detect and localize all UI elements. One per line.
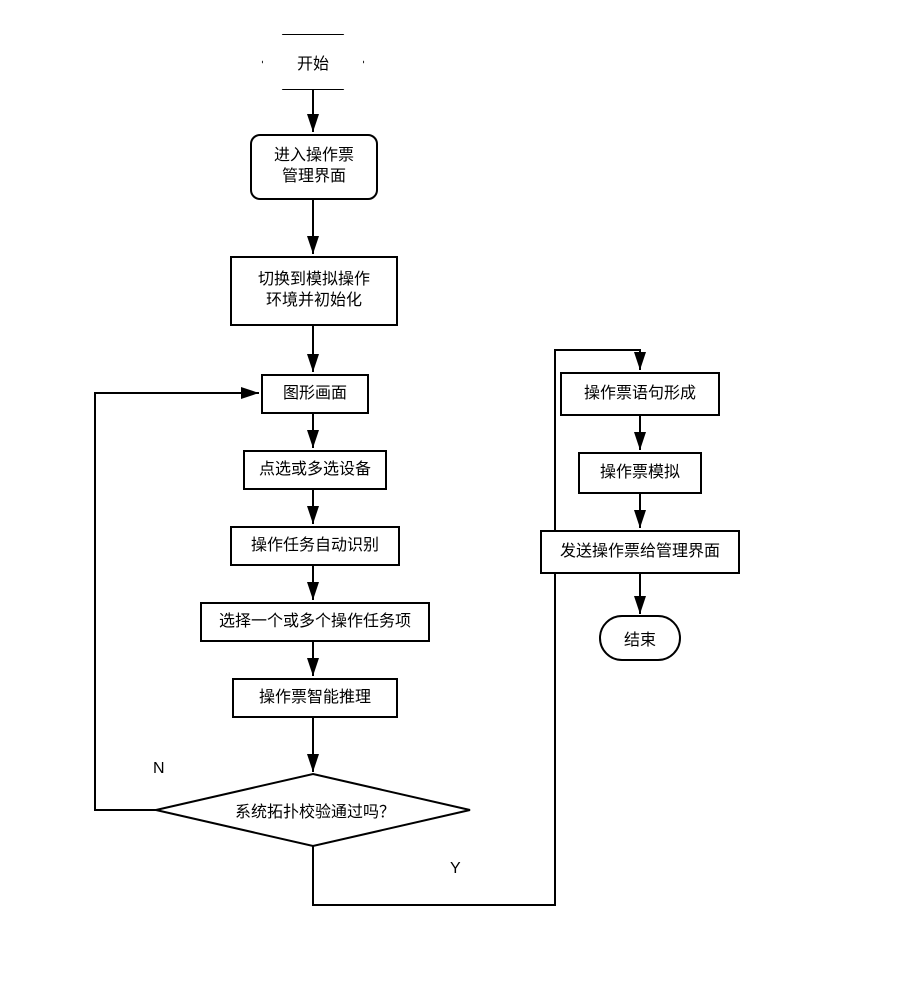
select-device-label: 点选或多选设备 [259, 460, 371, 481]
form-sentence-label: 操作票语句形成 [584, 384, 696, 405]
choose-tasks-label: 选择一个或多个操作任务项 [219, 612, 411, 633]
reasoning-node: 操作票智能推理 [232, 678, 398, 718]
select-device-node: 点选或多选设备 [243, 450, 387, 490]
enter-mgmt-label: 进入操作票 管理界面 [274, 146, 354, 188]
switch-sim-node: 切换到模拟操作 环境并初始化 [230, 256, 398, 326]
switch-sim-label: 切换到模拟操作 环境并初始化 [258, 270, 370, 312]
graphic-screen-node: 图形画面 [261, 374, 369, 414]
enter-mgmt-node: 进入操作票 管理界面 [250, 134, 378, 200]
end-label: 结束 [624, 632, 656, 649]
end-node: 结束 [600, 626, 680, 650]
decision-node: 系统拓扑校验通过吗？ [200, 798, 430, 822]
send-mgmt-node: 发送操作票给管理界面 [540, 530, 740, 574]
decision-label: 系统拓扑校验通过吗？ [235, 804, 395, 821]
choose-tasks-node: 选择一个或多个操作任务项 [200, 602, 430, 642]
start-label: 开始 [297, 50, 329, 74]
graphic-screen-label: 图形画面 [283, 384, 347, 405]
branch-no-label: N [153, 760, 165, 778]
flow-connectors [0, 0, 898, 1000]
branch-yes-label: Y [450, 860, 461, 878]
auto-recognize-label: 操作任务自动识别 [251, 536, 379, 557]
start-node: 开始 [263, 35, 363, 89]
simulate-label: 操作票模拟 [600, 463, 680, 484]
reasoning-label: 操作票智能推理 [259, 688, 371, 709]
simulate-node: 操作票模拟 [578, 452, 702, 494]
send-mgmt-label: 发送操作票给管理界面 [560, 542, 720, 563]
form-sentence-node: 操作票语句形成 [560, 372, 720, 416]
auto-recognize-node: 操作任务自动识别 [230, 526, 400, 566]
